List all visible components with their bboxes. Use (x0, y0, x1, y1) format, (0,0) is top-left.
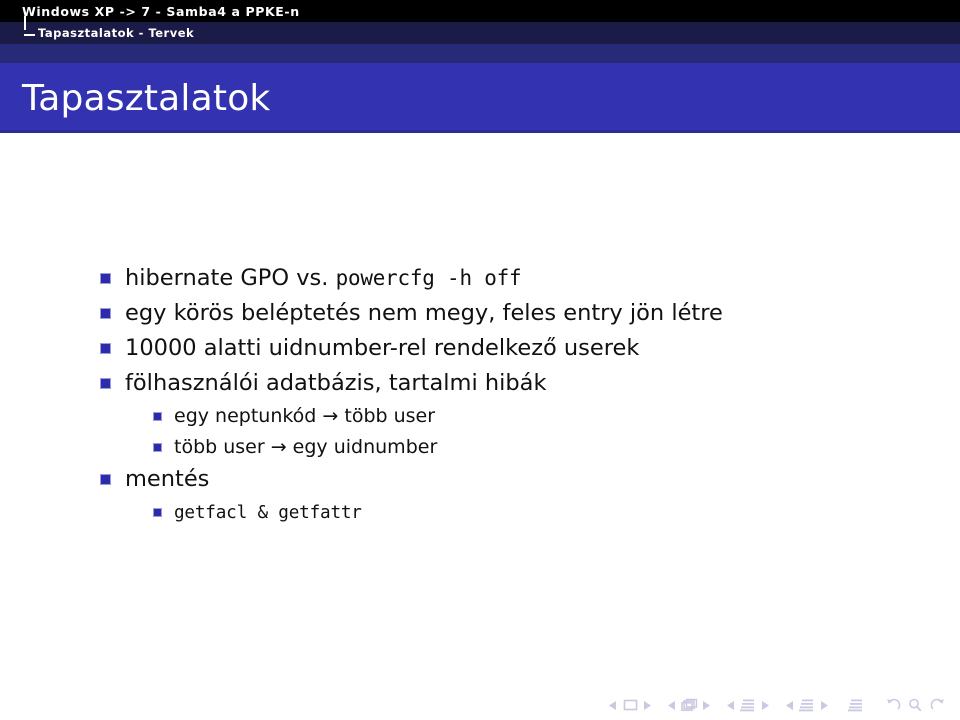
list-item-text-part: mentés (125, 466, 210, 493)
list-item-text-part: több user (338, 405, 436, 428)
list-item-text-part: 10000 alatti uidnumber-rel rendelkező us… (125, 335, 640, 362)
frame-title-banner: Tapasztalatok (0, 63, 960, 133)
list-item-label: getfacl & getfattr (174, 499, 362, 526)
subsection-prev-icon[interactable] (725, 696, 737, 714)
nav-group-slide[interactable] (607, 696, 653, 714)
list-item-label: egy körös beléptetés nem megy, feles ent… (125, 298, 723, 329)
redo-arrow-icon[interactable] (927, 696, 947, 714)
page-title: Tapasztalatok (22, 77, 271, 119)
list-item-label: egy neptunkód → több user (174, 403, 435, 430)
slide-icon[interactable] (620, 696, 640, 714)
list-item-label: több user → egy uidnumber (174, 434, 437, 461)
square-bullet-icon (100, 474, 111, 486)
list-item-text-part: fölhasználói adatbázis, tartalmi hibák (125, 370, 547, 397)
nav-group-extra[interactable] (882, 696, 948, 714)
subsection-bar (0, 44, 960, 63)
square-bullet-icon (100, 378, 111, 390)
square-bullet-icon (100, 343, 111, 355)
list-item-label: 10000 alatti uidnumber-rel rendelkező us… (125, 333, 639, 364)
list-item-text-part: powercfg -h off (335, 266, 522, 290)
list-item: mentés (100, 464, 920, 495)
list-item-text-part: több user (174, 435, 271, 458)
slide-prev-icon[interactable] (607, 696, 619, 714)
list-item-text-part: getfacl & getfattr (174, 503, 362, 524)
subsection-lines-icon[interactable] (738, 696, 758, 714)
presentation-title: Windows XP -> 7 - Samba4 a PPKE-n (22, 3, 300, 19)
list-item-text-part: egy körös beléptetés nem megy, feles ent… (125, 300, 723, 327)
nav-group-presentation[interactable] (843, 696, 869, 714)
search-icon[interactable] (905, 696, 925, 714)
section-title: Tapasztalatok - Tervek (38, 26, 195, 40)
list-item: 10000 alatti uidnumber-rel rendelkező us… (100, 333, 920, 364)
document-lines-icon[interactable] (844, 696, 868, 714)
nav-group-frame[interactable] (666, 696, 712, 714)
beamer-navigation-bar[interactable] (607, 696, 948, 714)
frame-next-icon[interactable] (700, 696, 712, 714)
section-title-bar: Tapasztalatok - Tervek (0, 16, 960, 44)
list-item-label: mentés (125, 464, 209, 495)
undo-arrow-icon[interactable] (883, 696, 903, 714)
section-prev-icon[interactable] (784, 696, 796, 714)
list-item: több user → egy uidnumber (100, 434, 920, 461)
slide-next-icon[interactable] (641, 696, 653, 714)
square-bullet-icon (153, 508, 162, 518)
frames-stack-icon[interactable] (679, 696, 699, 714)
tree-branch-icon (20, 16, 42, 44)
nav-group-section[interactable] (784, 696, 830, 714)
nav-group-subsection[interactable] (725, 696, 771, 714)
list-item: hibernate GPO vs. powercfg -h off (100, 263, 920, 294)
section-lines-icon[interactable] (797, 696, 817, 714)
list-item: fölhasználói adatbázis, tartalmi hibák (100, 368, 920, 399)
square-bullet-icon (100, 273, 111, 284)
section-next-icon[interactable] (818, 696, 830, 714)
square-bullet-icon (153, 442, 162, 452)
list-item: egy neptunkód → több user (100, 403, 920, 430)
subsection-next-icon[interactable] (759, 696, 771, 714)
presentation-title-bar: Windows XP -> 7 - Samba4 a PPKE-n (0, 0, 960, 22)
list-item-text-part: egy uidnumber (286, 435, 438, 458)
list-item-label: fölhasználói adatbázis, tartalmi hibák (125, 368, 546, 399)
square-bullet-icon (100, 308, 111, 320)
list-item: egy körös beléptetés nem megy, feles ent… (100, 298, 920, 329)
list-item-text-part: egy neptunkód (174, 405, 323, 428)
slide-content: hibernate GPO vs. powercfg -h off egy kör… (0, 133, 960, 720)
list-item: getfacl & getfattr (100, 499, 920, 526)
frame-prev-icon[interactable] (666, 696, 678, 714)
list-item-text-part: hibernate GPO vs. (125, 265, 336, 291)
square-bullet-icon (153, 412, 162, 422)
list-item-text-part: → (270, 435, 287, 458)
list-item-text-part: → (322, 405, 339, 428)
list-item-label: hibernate GPO vs. powercfg -h off (125, 263, 522, 294)
bullet-list: hibernate GPO vs. powercfg -h off egy kör… (100, 263, 920, 530)
